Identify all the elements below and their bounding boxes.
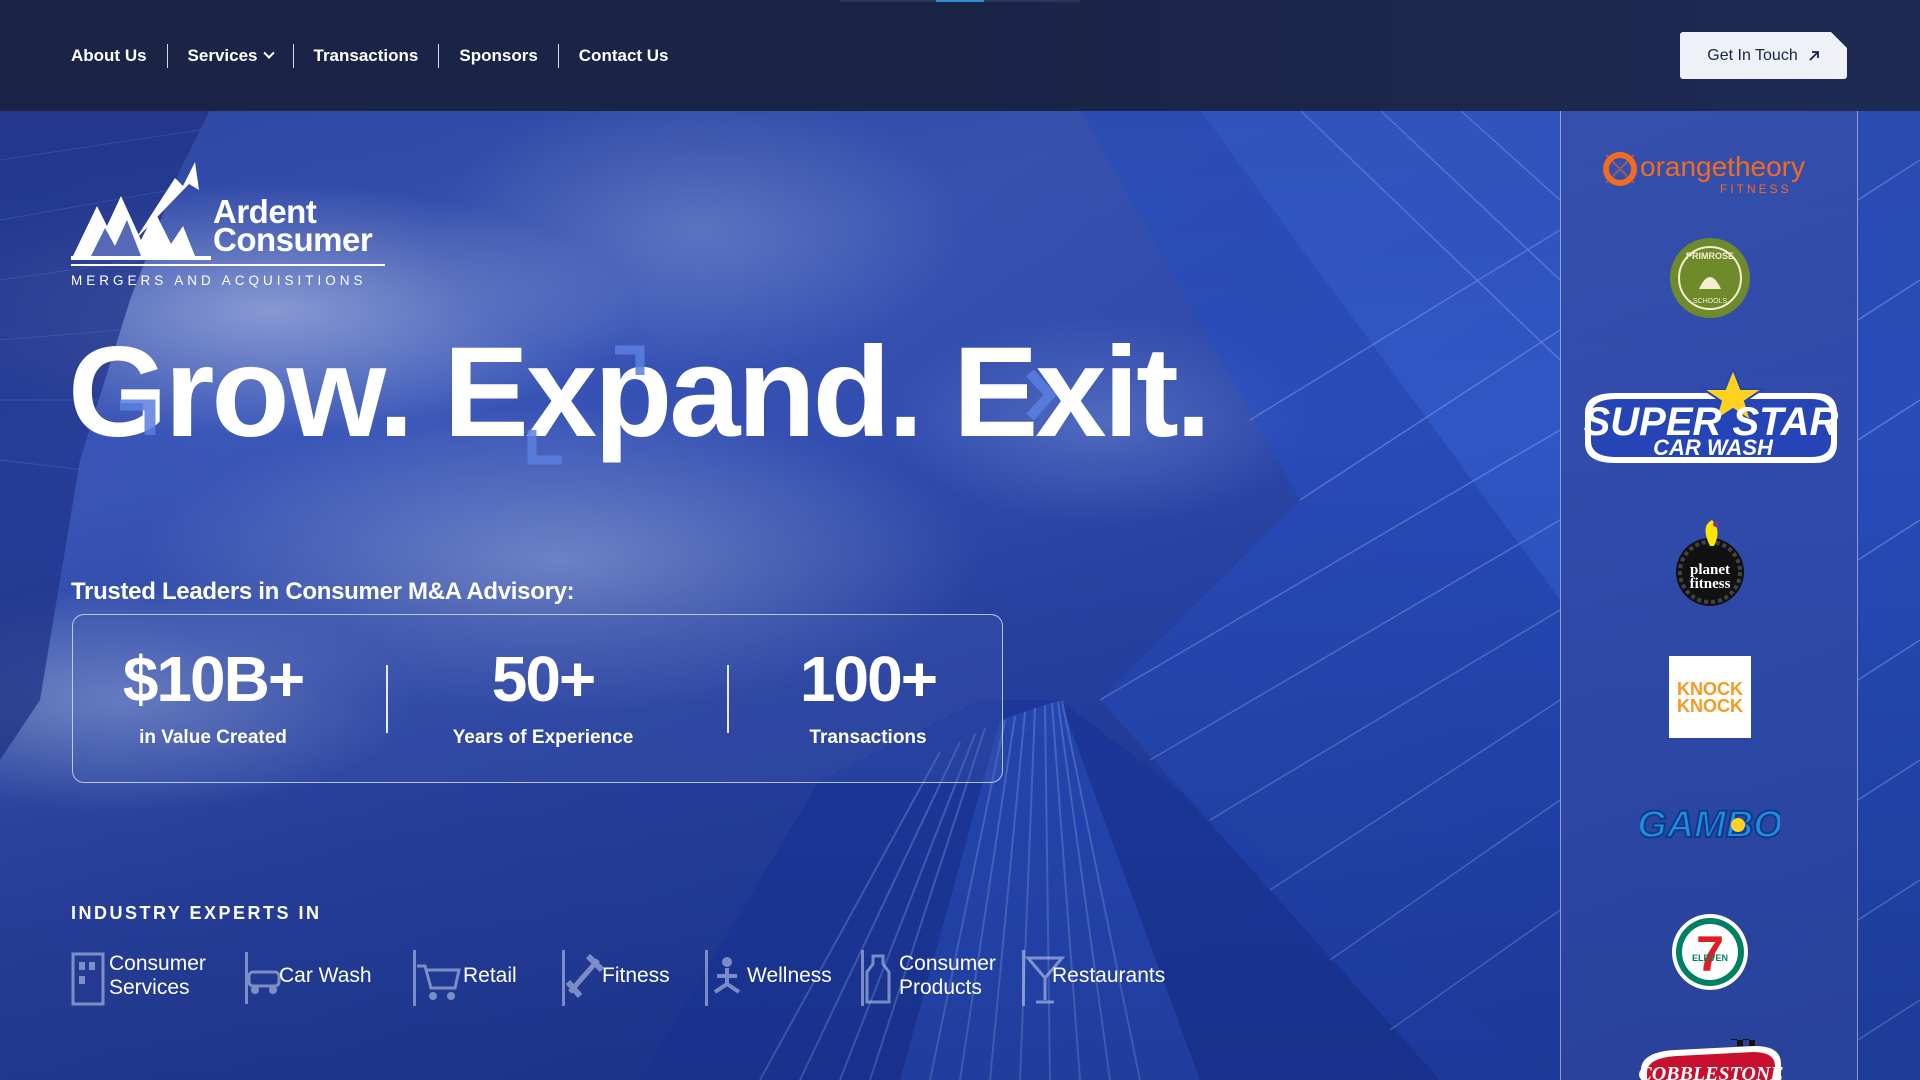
gambo-mark: GAMBO	[1640, 803, 1780, 847]
industry-restaurants[interactable]: Restaurants	[1022, 940, 1165, 1012]
orangetheory-sub: FITNESS	[1720, 182, 1792, 196]
logo-divider	[71, 264, 385, 266]
stat-value: 50+	[491, 643, 597, 715]
stat-divider	[386, 665, 388, 733]
primrose-name: PRIMROSE	[1686, 251, 1734, 261]
industry-label: Fitness	[602, 964, 670, 987]
knock-knock-line-2: KNOCK	[1677, 696, 1743, 716]
industry-label: Car Wash	[279, 964, 372, 987]
stat-label: Years of Experience	[452, 727, 634, 748]
stat-transactions: 100+ Transactions	[773, 639, 963, 749]
gambo-logo[interactable]: GAMBO	[1561, 799, 1859, 849]
ardent-mountain-mark-icon	[71, 162, 211, 260]
seven-eleven-mark: 7 ELEVEN	[1672, 914, 1748, 990]
nav-link-label: About Us	[71, 45, 147, 65]
knock-knock-mark: KNOCK KNOCK	[1669, 656, 1751, 738]
ardent-consumer-logo[interactable]: Ardent Consumer MERGERS AND ACQUISITIONS	[71, 160, 391, 290]
knock-knock-logo[interactable]: KNOCK KNOCK	[1561, 656, 1859, 738]
industry-consumer-services[interactable]: Consumer Services	[71, 940, 229, 1012]
cobblestone-mark: COBBLESTONE	[1638, 1039, 1784, 1080]
industry-retail[interactable]: Retail	[413, 940, 517, 1012]
seven-eleven-word: ELEVEN	[1692, 953, 1728, 963]
planet-fitness-word-2: fitness	[1690, 576, 1731, 592]
logo-tagline: MERGERS AND ACQUISITIONS	[71, 273, 367, 288]
industry-label: Retail	[463, 964, 517, 987]
nav-link-transactions[interactable]: Transactions	[294, 44, 439, 68]
nav-link-label: Sponsors	[459, 45, 538, 65]
superstar-sub: CAR WASH	[1653, 435, 1774, 460]
stats-panel: $10B+ in Value Created 50+ Years of Expe…	[72, 614, 1003, 783]
orangetheory-logo[interactable]: orangetheory FITNESS	[1561, 141, 1859, 201]
industry-label: Consumer Services	[109, 952, 206, 999]
get-in-touch-button[interactable]: Get In Touch	[1680, 32, 1847, 79]
superstar-logo-mark: SUPER STAR CAR WASH	[1584, 366, 1839, 463]
primrose-logo[interactable]: PRIMROSE SCHOOLS	[1561, 237, 1859, 319]
superstar-car-wash-logo[interactable]: SUPER STAR CAR WASH	[1561, 363, 1859, 473]
stat-value: $10B+	[122, 643, 305, 715]
industry-label: Consumer Products	[899, 952, 996, 999]
arrow-up-right-icon	[1809, 50, 1819, 61]
nav-top-rule-accent	[936, 0, 984, 2]
nav-link-label: Contact Us	[578, 45, 669, 65]
top-navigation-bar: About Us Services Transactions Sponsors …	[0, 0, 1920, 111]
logo-wordmark: Ardent Consumer	[213, 195, 373, 258]
planet-fitness-mark: planet fitness	[1676, 520, 1744, 606]
nav-link-services[interactable]: Services	[168, 44, 293, 68]
stat-divider	[727, 665, 729, 733]
wellness-icon	[705, 950, 741, 1006]
gambo-wordmark: GAMBO	[1640, 804, 1780, 846]
industry-wellness[interactable]: Wellness	[705, 940, 832, 1012]
primrose-seal: PRIMROSE SCHOOLS	[1670, 238, 1750, 318]
chevron-down-icon	[262, 47, 275, 59]
nav-link-about-us[interactable]: About Us	[71, 44, 167, 68]
get-in-touch-label: Get In Touch	[1707, 46, 1798, 64]
cobblestone-logo[interactable]: COBBLESTONE	[1561, 1039, 1859, 1080]
stat-value: 100+	[799, 643, 938, 715]
stat-label: Transactions	[809, 727, 927, 748]
cart-icon	[413, 950, 461, 1006]
seven-eleven-logo[interactable]: 7 ELEVEN	[1561, 913, 1859, 991]
sponsor-logo-sidebar: orangetheory FITNESS PRIMROSE SCHOOLS SU…	[1560, 111, 1858, 1080]
nav-link-label: Services	[187, 45, 258, 65]
nav-link-sponsors[interactable]: Sponsors	[439, 44, 557, 68]
industry-fitness[interactable]: Fitness	[562, 940, 670, 1012]
orangetheory-wordmark: orangetheory	[1640, 151, 1805, 182]
stat-label: in Value Created	[139, 727, 287, 748]
industry-label: Restaurants	[1052, 964, 1166, 987]
nav-link-contact-us[interactable]: Contact Us	[559, 44, 689, 68]
planet-fitness-logo[interactable]: planet fitness	[1561, 519, 1859, 609]
logo-line-2: Consumer	[213, 221, 373, 258]
button-corner-notch	[1831, 32, 1847, 48]
trusted-leaders-heading: Trusted Leaders in Consumer M&A Advisory…	[71, 578, 575, 605]
nav-links: About Us Services Transactions Sponsors …	[71, 43, 689, 68]
cobblestone-wordmark: COBBLESTONE	[1638, 1063, 1783, 1080]
stat-years-experience: 50+ Years of Experience	[433, 639, 653, 749]
headline-accent-arrows	[120, 345, 1057, 465]
industry-consumer-products[interactable]: Consumer Products	[861, 940, 1009, 1012]
industry-car-wash[interactable]: Car Wash	[243, 940, 372, 1012]
stat-value-created: $10B+ in Value Created	[113, 639, 313, 749]
orangetheory-logo-mark: orangetheory FITNESS	[1603, 151, 1805, 196]
industry-experts-heading: INDUSTRY EXPERTS IN	[71, 903, 322, 923]
industry-label: Wellness	[747, 964, 832, 987]
nav-link-label: Transactions	[313, 45, 419, 65]
primrose-sub: SCHOOLS	[1693, 298, 1728, 305]
